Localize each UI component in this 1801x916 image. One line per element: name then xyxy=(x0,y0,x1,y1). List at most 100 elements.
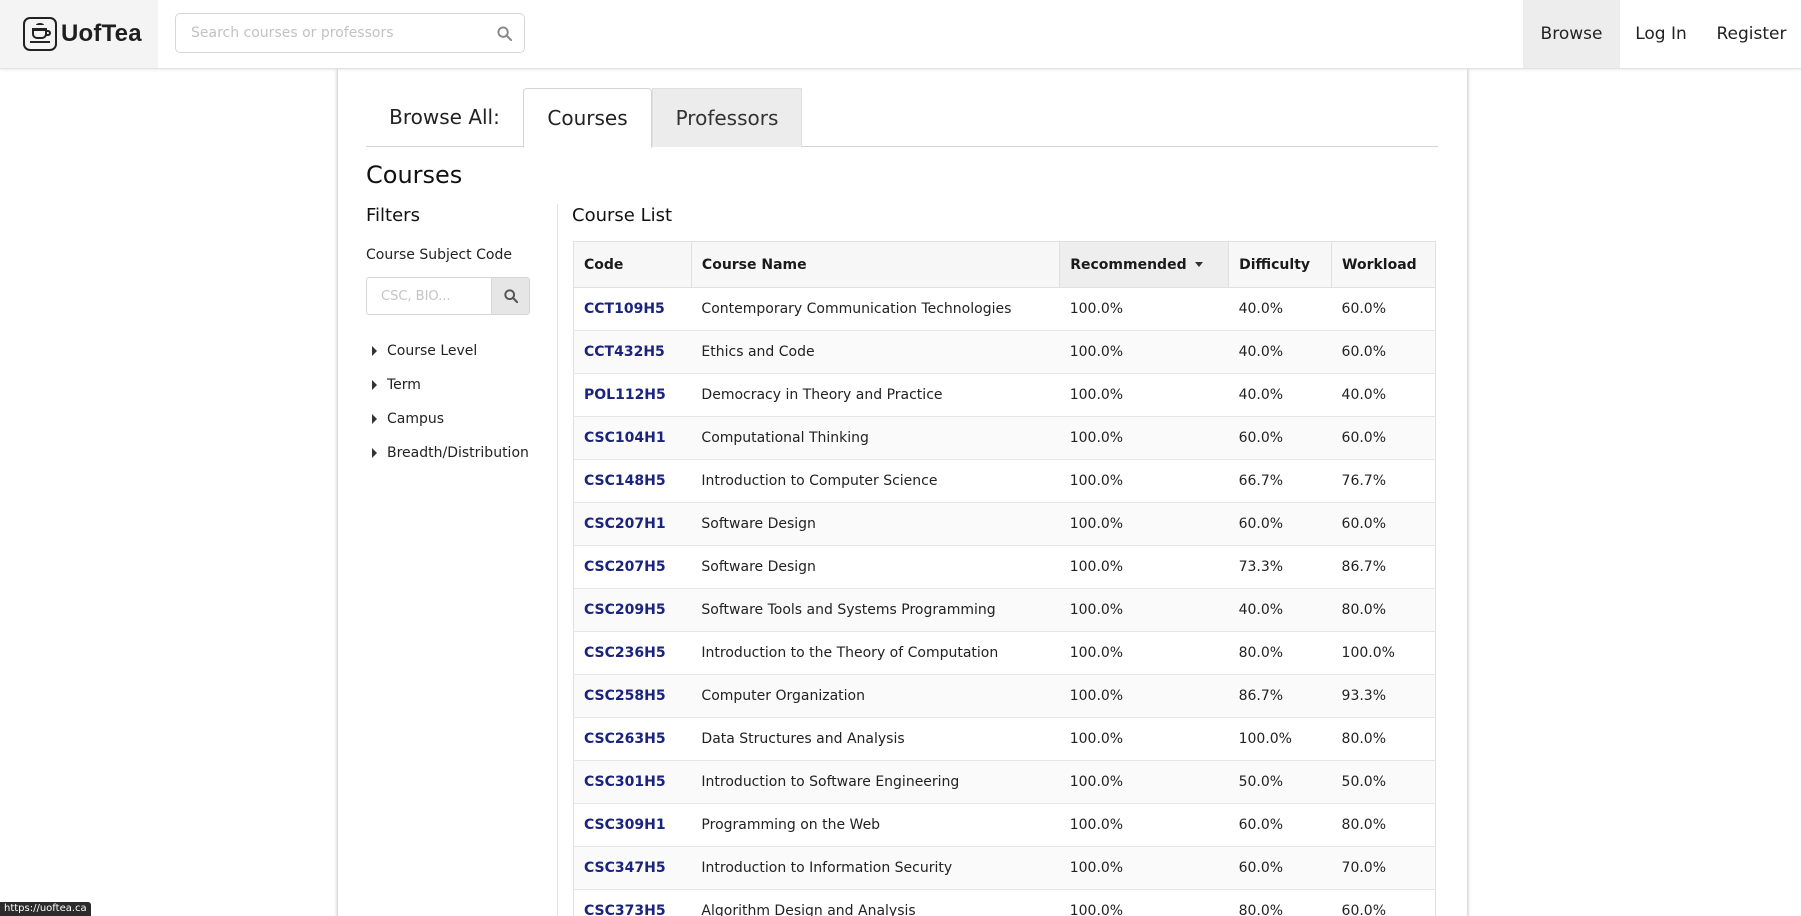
browse-card: Browse All: Courses Professors Courses F… xyxy=(338,69,1467,916)
course-code-link[interactable]: CCT109H5 xyxy=(573,287,692,331)
browse-tabs: Browse All: Courses Professors xyxy=(366,88,1438,148)
filter-term[interactable]: Term xyxy=(372,377,421,393)
filter-label: Breadth/Distribution xyxy=(387,445,529,461)
brand-link[interactable]: UofTea xyxy=(0,0,158,68)
brand-name: UofTea xyxy=(61,20,142,47)
table-row[interactable]: CSC258H5 Computer Organization 100.0% 86.7%… xyxy=(573,674,1436,718)
difficulty-value: 40.0% xyxy=(1228,588,1332,632)
workload-value: 60.0% xyxy=(1331,330,1436,374)
workload-value: 60.0% xyxy=(1331,287,1436,331)
table-row[interactable]: CSC263H5 Data Structures and Analysis 100.… xyxy=(573,717,1436,761)
recommended-value: 100.0% xyxy=(1059,459,1229,503)
difficulty-value: 100.0% xyxy=(1228,717,1332,761)
caret-right-icon xyxy=(372,414,377,424)
course-name: Computational Thinking xyxy=(691,416,1060,460)
table-row[interactable]: CSC236H5 Introduction to the Theory of Co… xyxy=(573,631,1436,675)
course-code-link[interactable]: CSC207H1 xyxy=(573,502,692,546)
table-row[interactable]: POL112H5 Democracy in Theory and Practice… xyxy=(573,373,1436,417)
subject-code-input[interactable] xyxy=(367,278,492,314)
course-code-link[interactable]: CSC236H5 xyxy=(573,631,692,675)
table-row[interactable]: CCT432H5 Ethics and Code 100.0% 40.0% 60.0% xyxy=(573,330,1436,374)
course-name: Algorithm Design and Analysis xyxy=(691,889,1060,916)
table-row[interactable]: CSC207H5 Software Design 100.0% 73.3% 86.7% xyxy=(573,545,1436,589)
course-code-link[interactable]: CSC263H5 xyxy=(573,717,692,761)
difficulty-value: 50.0% xyxy=(1228,760,1332,804)
nav-browse[interactable]: Browse xyxy=(1523,0,1620,68)
recommended-value: 100.0% xyxy=(1059,674,1229,718)
nav-register[interactable]: Register xyxy=(1702,0,1801,68)
course-code-link[interactable]: CSC347H5 xyxy=(573,846,692,890)
recommended-value: 100.0% xyxy=(1059,502,1229,546)
difficulty-value: 60.0% xyxy=(1228,416,1332,460)
recommended-value: 100.0% xyxy=(1059,760,1229,804)
filter-course-level[interactable]: Course Level xyxy=(372,343,477,359)
column-header-course-name[interactable]: Course Name xyxy=(691,241,1061,288)
workload-value: 70.0% xyxy=(1331,846,1436,890)
course-name: Data Structures and Analysis xyxy=(691,717,1060,761)
table-row[interactable]: CSC373H5 Algorithm Design and Analysis 100… xyxy=(573,889,1436,916)
course-name: Introduction to Computer Science xyxy=(691,459,1060,503)
caret-right-icon xyxy=(372,380,377,390)
page-title: Courses xyxy=(366,161,463,189)
column-header-difficulty[interactable]: Difficulty xyxy=(1228,241,1333,288)
browse-all-label: Browse All: xyxy=(389,105,500,129)
tab-professors[interactable]: Professors xyxy=(652,88,802,147)
workload-value: 86.7% xyxy=(1331,545,1436,589)
caret-right-icon xyxy=(372,448,377,458)
difficulty-value: 80.0% xyxy=(1228,889,1332,916)
nav-login[interactable]: Log In xyxy=(1620,0,1702,68)
course-code-link[interactable]: CCT432H5 xyxy=(573,330,692,374)
search-input[interactable] xyxy=(176,14,476,52)
table-row[interactable]: CSC301H5 Introduction to Software Enginee… xyxy=(573,760,1436,804)
recommended-value: 100.0% xyxy=(1059,717,1229,761)
column-header-code[interactable]: Code xyxy=(573,241,692,288)
table-row[interactable]: CSC209H5 Software Tools and Systems Progr… xyxy=(573,588,1436,632)
course-code-link[interactable]: CSC207H5 xyxy=(573,545,692,589)
table-row[interactable]: CCT109H5 Contemporary Communication Techn… xyxy=(573,287,1436,331)
course-name: Software Design xyxy=(691,502,1060,546)
filter-label: Course Level xyxy=(387,343,478,359)
workload-value: 40.0% xyxy=(1331,373,1436,417)
workload-value: 60.0% xyxy=(1331,502,1436,546)
course-code-link[interactable]: CSC258H5 xyxy=(573,674,692,718)
table-row[interactable]: CSC148H5 Introduction to Computer Science… xyxy=(573,459,1436,503)
course-code-link[interactable]: CSC209H5 xyxy=(573,588,692,632)
caret-right-icon xyxy=(372,346,377,356)
course-code-link[interactable]: POL112H5 xyxy=(573,373,692,417)
column-header-recommended[interactable]: Recommended xyxy=(1059,241,1230,288)
recommended-value: 100.0% xyxy=(1059,416,1229,460)
course-code-link[interactable]: CSC373H5 xyxy=(573,889,692,916)
course-code-link[interactable]: CSC148H5 xyxy=(573,459,692,503)
navbar: UofTea Browse Log In Register xyxy=(0,0,1801,69)
table-row[interactable]: CSC104H1 Computational Thinking 100.0% 60.0… xyxy=(573,416,1436,460)
table-row[interactable]: CSC207H1 Software Design 100.0% 60.0% 60.0% xyxy=(573,502,1436,546)
filter-breadth[interactable]: Breadth/Distribution xyxy=(372,445,529,461)
global-search xyxy=(175,13,525,53)
workload-value: 50.0% xyxy=(1331,760,1436,804)
difficulty-value: 66.7% xyxy=(1228,459,1332,503)
table-row[interactable]: CSC347H5 Introduction to Information Secu… xyxy=(573,846,1436,890)
filter-campus[interactable]: Campus xyxy=(372,411,444,427)
course-code-link[interactable]: CSC309H1 xyxy=(573,803,692,847)
status-bar-url: https://uoftea.ca xyxy=(0,902,91,916)
workload-value: 100.0% xyxy=(1331,631,1436,675)
search-icon[interactable] xyxy=(497,26,513,45)
table-row[interactable]: CSC309H1 Programming on the Web 100.0% 60.0… xyxy=(573,803,1436,847)
difficulty-value: 73.3% xyxy=(1228,545,1332,589)
column-divider xyxy=(557,204,558,916)
course-code-link[interactable]: CSC301H5 xyxy=(573,760,692,804)
column-header-workload[interactable]: Workload xyxy=(1331,241,1436,288)
subject-search-button[interactable] xyxy=(491,278,529,314)
difficulty-value: 60.0% xyxy=(1228,502,1332,546)
course-name: Programming on the Web xyxy=(691,803,1060,847)
recommended-value: 100.0% xyxy=(1059,889,1229,916)
recommended-value: 100.0% xyxy=(1059,631,1229,675)
course-name: Introduction to the Theory of Computatio… xyxy=(691,631,1060,675)
course-code-link[interactable]: CSC104H1 xyxy=(573,416,692,460)
workload-value: 60.0% xyxy=(1331,416,1436,460)
workload-value: 80.0% xyxy=(1331,588,1436,632)
recommended-value: 100.0% xyxy=(1059,846,1229,890)
workload-value: 76.7% xyxy=(1331,459,1436,503)
tab-courses[interactable]: Courses xyxy=(523,88,652,148)
recommended-value: 100.0% xyxy=(1059,330,1229,374)
